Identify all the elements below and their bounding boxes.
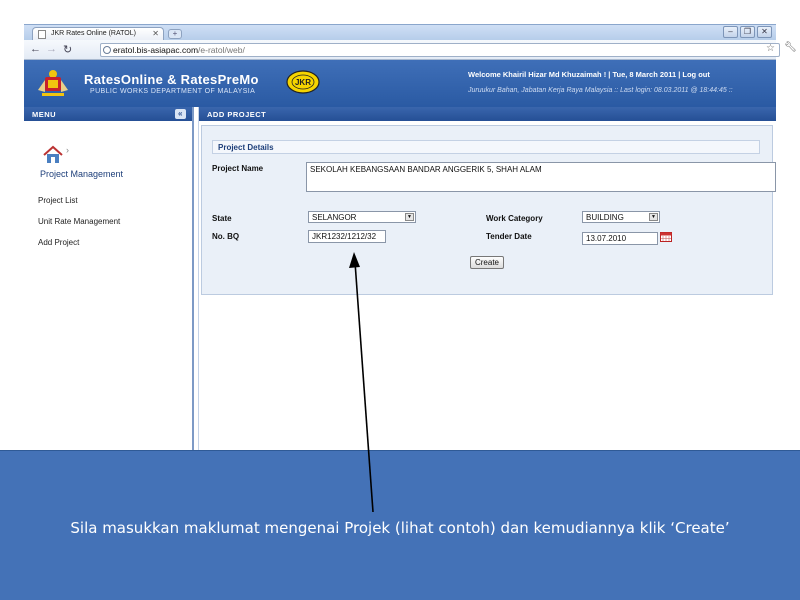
browser-tab[interactable]: JKR Rates Online (RATOL) ✕ [32, 27, 164, 41]
close-window-icon[interactable]: ✕ [757, 26, 772, 38]
brand-title: RatesOnline & RatesPreMo [84, 72, 259, 87]
instruction-caption: Sila masukkan maklumat mengenai Projek (… [0, 450, 800, 600]
calendar-icon[interactable] [660, 232, 672, 242]
side-menu: MENU « › Project Management Project List… [24, 107, 194, 452]
panel-title: Project Details [212, 140, 760, 154]
main-content: ADD PROJECT Project Details Project Name… [198, 107, 776, 452]
welcome-text[interactable]: Welcome Khairil Hizar Md Khuzaimah ! | T… [468, 70, 710, 79]
forward-arrow-icon[interactable]: → [46, 43, 57, 55]
tender-date-input[interactable]: 13.07.2010 [582, 232, 658, 245]
malaysia-crest-icon [38, 70, 68, 96]
jkr-logo-text: JKR [295, 78, 311, 87]
work-category-label: Work Category [486, 214, 543, 223]
url-host: eratol.bis-asiapac.com [113, 45, 199, 55]
state-label: State [212, 214, 232, 223]
browser-titlebar: JKR Rates Online (RATOL) ✕ + – ❐ ✕ [24, 24, 776, 41]
work-category-select[interactable]: BUILDING ▼ [582, 211, 660, 223]
menu-header: MENU « [24, 107, 192, 121]
page: JKR Rates Online (RATOL) ✕ + – ❐ ✕ ← → ↻… [0, 0, 800, 600]
caption-text: Sila masukkan maklumat mengenai Projek (… [70, 519, 730, 537]
no-bq-label: No. BQ [212, 232, 240, 241]
url-field[interactable]: eratol.bis-asiapac.com/e-ratol/web/ [100, 43, 780, 57]
breadcrumb-chevron-icon: › [66, 145, 69, 155]
menu-item-unit-rate-management[interactable]: Unit Rate Management [38, 217, 120, 226]
project-name-input[interactable]: SEKOLAH KEBANGSAAN BANDAR ANGGERIK 5, SH… [306, 162, 776, 192]
state-value: SELANGOR [312, 213, 357, 222]
chevron-down-icon[interactable]: ▼ [405, 213, 414, 221]
collapse-menu-icon[interactable]: « [175, 109, 186, 119]
window-controls: – ❐ ✕ [723, 26, 772, 38]
menu-item-project-list[interactable]: Project List [38, 196, 78, 205]
tender-date-label: Tender Date [486, 232, 532, 241]
project-details-panel: Project Details Project Name SEKOLAH KEB… [201, 125, 776, 295]
state-select[interactable]: SELANGOR ▼ [308, 211, 416, 223]
work-category-value: BUILDING [586, 213, 624, 222]
section-title: Project Management [40, 169, 124, 179]
maximize-icon[interactable]: ❐ [740, 26, 755, 38]
reload-icon[interactable]: ↻ [63, 43, 72, 56]
no-bq-input[interactable]: JKR1232/1212/32 [308, 230, 386, 243]
brand-subtitle: PUBLIC WORKS DEPARTMENT OF MALAYSIA [90, 88, 256, 95]
url-path: /e-ratol/web/ [198, 45, 245, 55]
new-tab-button[interactable]: + [168, 29, 182, 39]
create-button[interactable]: Create [470, 256, 504, 269]
last-login-text: Juruukur Bahan, Jabatan Kerja Raya Malay… [468, 87, 733, 94]
bookmark-star-icon[interactable]: ☆ [766, 43, 775, 54]
close-tab-icon[interactable]: ✕ [152, 29, 159, 38]
back-arrow-icon[interactable]: ← [30, 43, 41, 55]
app-header: RatesOnline & RatesPreMo PUBLIC WORKS DE… [24, 60, 776, 107]
menu-item-add-project[interactable]: Add Project [38, 238, 79, 247]
address-toolbar: ← → ↻ eratol.bis-asiapac.com/e-ratol/web… [24, 40, 797, 60]
project-name-label: Project Name [212, 164, 264, 173]
menu-title: MENU [32, 110, 57, 119]
minimize-icon[interactable]: – [723, 26, 738, 38]
wrench-icon[interactable]: 🔧︎ [784, 42, 797, 53]
chevron-down-icon[interactable]: ▼ [649, 213, 658, 221]
page-favicon-icon [38, 30, 46, 39]
main-header: ADD PROJECT [199, 107, 776, 121]
home-icon[interactable] [42, 145, 64, 165]
globe-icon [103, 46, 111, 54]
tab-title: JKR Rates Online (RATOL) [51, 30, 136, 37]
jkr-logo: JKR [286, 70, 320, 94]
